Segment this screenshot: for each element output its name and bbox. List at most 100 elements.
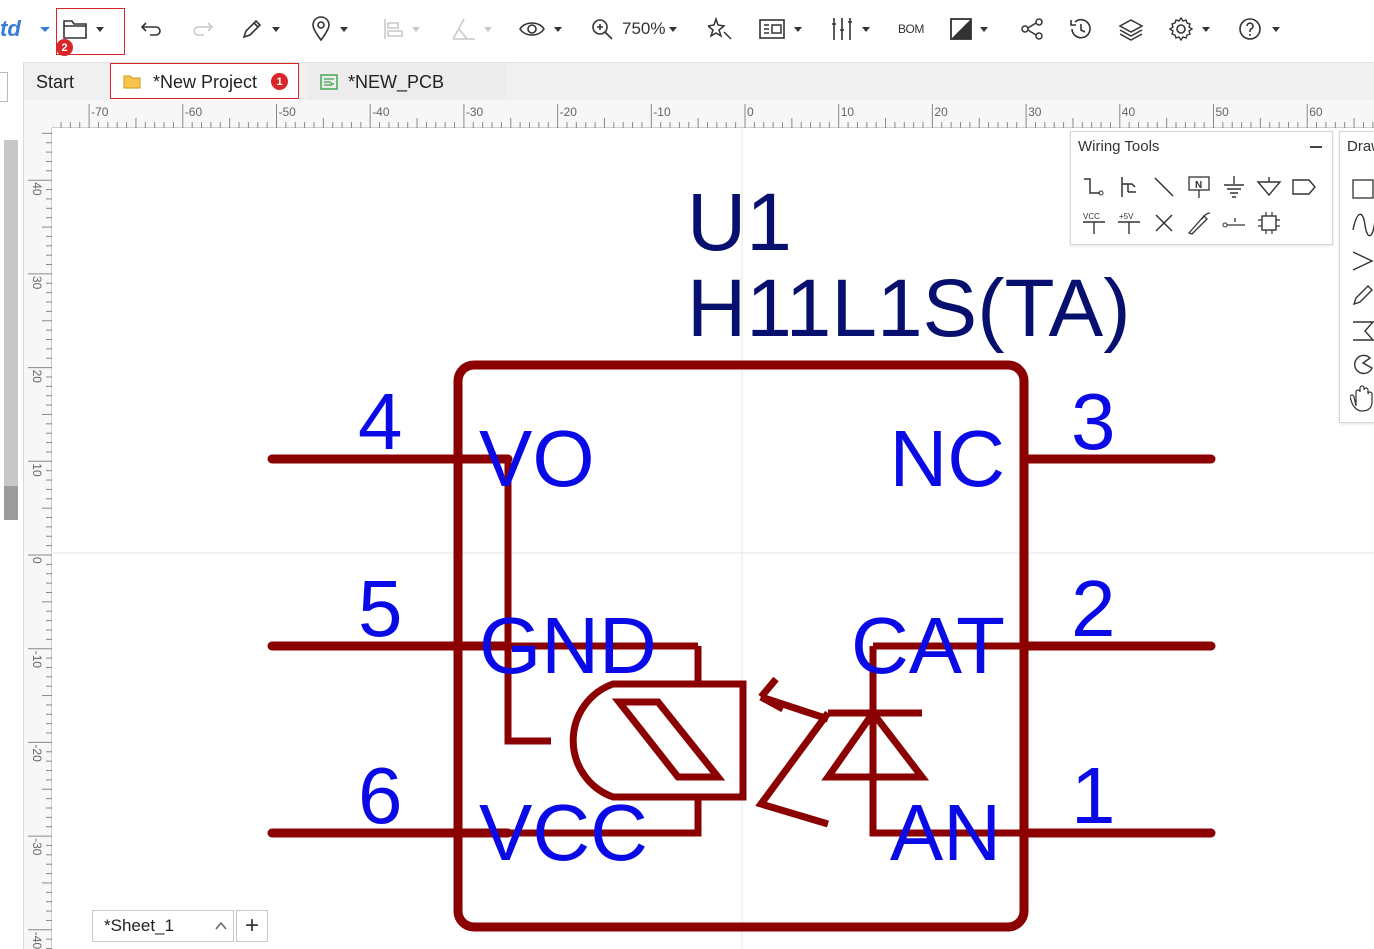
collapsed-search-box[interactable]: [0, 72, 8, 102]
probe-icon[interactable]: [1186, 210, 1212, 236]
drawing-tools-panel: Draw: [1339, 131, 1374, 423]
vertical-ruler-ticks: 40 30 20 10 0 -10 -20 -30 -40: [28, 132, 52, 949]
sheet-label: *Sheet_1: [104, 916, 174, 935]
align-menu-button[interactable]: [382, 10, 420, 48]
zoom-level-value[interactable]: 750%: [622, 19, 665, 39]
ruler-label: 40: [1122, 105, 1136, 119]
pie-icon[interactable]: [1354, 354, 1373, 375]
chevron-down-icon: [272, 26, 280, 32]
undo-button[interactable]: [140, 10, 164, 48]
net-label-icon[interactable]: N: [1186, 174, 1212, 200]
add-sheet-button[interactable]: +: [236, 910, 268, 942]
chevron-down-icon: [412, 26, 420, 32]
pencil-icon: [242, 19, 262, 39]
horizontal-ruler-ticks: -70 -60 -50 -40 -30 -20 -10 0 10 20 30 40 50 60: [32, 104, 1374, 128]
component-part-name[interactable]: H11L1S(TA): [687, 263, 1131, 354]
layers-icon: [1118, 19, 1144, 41]
tools-icon: [832, 18, 852, 40]
hand-pan-icon[interactable]: [1350, 385, 1373, 412]
pin-name: CAT: [851, 601, 1005, 690]
drawing-tools-title: Draw: [1347, 138, 1374, 155]
ruler-label: -60: [185, 105, 203, 119]
bus-icon[interactable]: [1116, 174, 1142, 200]
contrast-icon: [950, 18, 972, 40]
plus5v-icon[interactable]: +5V: [1116, 210, 1142, 236]
ruler-label: -40: [372, 105, 390, 119]
net-port-icon[interactable]: [1256, 174, 1282, 200]
zoom-in-icon: [592, 19, 613, 40]
chevron-down-icon: [554, 26, 562, 32]
settings-menu-button[interactable]: [1168, 10, 1210, 48]
pin-name: VO: [479, 414, 595, 503]
ruler-label: 10: [30, 463, 44, 477]
pencil-icon[interactable]: [1352, 285, 1373, 306]
brand-logo-fragment[interactable]: td: [0, 16, 21, 42]
bom-label: BOM: [898, 22, 924, 36]
annotation-badge-2: 2: [56, 39, 73, 56]
ground-icon[interactable]: [1221, 174, 1247, 200]
component-library-icon: [759, 19, 785, 39]
chevron-down-icon: [794, 26, 802, 32]
minimize-icon[interactable]: [1310, 146, 1322, 148]
image-icon[interactable]: [1352, 179, 1374, 199]
wire-icon[interactable]: [1081, 174, 1107, 200]
share-icon: [1021, 18, 1043, 40]
chevron-down-icon: [862, 26, 870, 32]
magic-wand-button[interactable]: [708, 10, 734, 48]
tools-menu-button[interactable]: [830, 10, 870, 48]
line-icon[interactable]: [1151, 174, 1177, 200]
ruler-label: -20: [30, 744, 44, 762]
light-arrow: [755, 676, 831, 828]
bezier-icon[interactable]: [1352, 213, 1374, 237]
vcc-label: VCC: [1083, 212, 1100, 221]
pin-name: GND: [479, 601, 657, 690]
tab-new-pcb[interactable]: *NEW_PCB: [308, 63, 506, 101]
ruler-label: -40: [30, 932, 44, 949]
library-menu-button[interactable]: [758, 10, 802, 48]
chevron-up-icon[interactable]: [214, 920, 228, 932]
share-button[interactable]: [1020, 10, 1044, 48]
measure-menu-button[interactable]: [450, 10, 492, 48]
chevron-down-icon: [340, 26, 348, 32]
sheet-tab[interactable]: *Sheet_1: [92, 910, 234, 942]
ruler-label: 0: [747, 105, 754, 119]
vcc-icon[interactable]: VCC: [1081, 210, 1107, 236]
gear-icon: [1168, 16, 1194, 42]
history-button[interactable]: [1068, 10, 1094, 48]
eda-app-window: td 2 750% BOM Start *New Project *NEW_PC…: [0, 0, 1374, 949]
plus5v-label: +5V: [1119, 212, 1134, 221]
ruler-corner: [24, 100, 52, 128]
schematic-canvas[interactable]: U1 H11L1S(TA) 4 5 6 3 2 1 VO GND VCC NC …: [53, 129, 1374, 949]
history-icon: [1070, 18, 1091, 39]
place-menu-button[interactable]: [310, 10, 348, 48]
main-toolbar: td 2 750% BOM: [0, 0, 1374, 60]
component-frame-icon[interactable]: [1256, 210, 1282, 236]
theme-menu-button[interactable]: [950, 10, 988, 48]
component-designator[interactable]: U1: [687, 177, 792, 268]
schematic-drawing[interactable]: U1 H11L1S(TA) 4 5 6 3 2 1 VO GND VCC NC …: [53, 129, 1374, 949]
tab-start[interactable]: Start: [24, 63, 110, 101]
pin-name: NC: [889, 414, 1005, 503]
pin-icon[interactable]: [1221, 210, 1247, 236]
sigma-icon[interactable]: [1353, 321, 1374, 341]
view-menu-button[interactable]: [518, 10, 562, 48]
no-connect-icon[interactable]: [1151, 210, 1177, 236]
bom-button[interactable]: BOM: [898, 10, 924, 48]
draw-menu-button[interactable]: [240, 10, 280, 48]
zoom-control[interactable]: 750%: [590, 10, 678, 48]
redo-button[interactable]: [190, 10, 214, 48]
layers-button[interactable]: [1118, 10, 1144, 48]
pin-number: 5: [358, 564, 403, 653]
drawing-tools-icons[interactable]: [1350, 176, 1374, 416]
vertical-scrollbar-track[interactable]: [4, 140, 18, 520]
undo-icon: [140, 22, 161, 36]
wiring-tools-panel: Wiring Tools N VCC +5V: [1070, 131, 1333, 245]
polyline-icon[interactable]: [1352, 251, 1374, 271]
pin-name: VCC: [479, 788, 648, 877]
chevron-down-icon: [1202, 26, 1210, 32]
brand-menu-caret[interactable]: [40, 27, 50, 32]
net-flag-icon[interactable]: [1291, 174, 1317, 200]
vertical-scrollbar-thumb[interactable]: [4, 486, 18, 520]
net-label-letter: N: [1195, 180, 1202, 191]
help-menu-button[interactable]: [1238, 10, 1280, 48]
